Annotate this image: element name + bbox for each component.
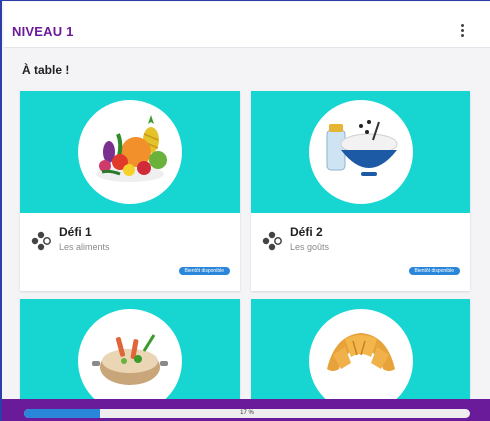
bottom-progress-bar: 17 % — [2, 399, 490, 421]
challenge-card-1[interactable]: Défi 1 Les aliments Bientôt disponible — [20, 91, 240, 291]
header-bar: NIVEAU 1 — [4, 2, 490, 48]
progress-track: 17 % — [24, 409, 470, 418]
availability-button[interactable]: Bientôt disponible — [408, 267, 460, 275]
sugar-salt-bowl-illustration — [308, 100, 413, 204]
app-window: NIVEAU 1 À table ! Défi 1 Les aliments B… — [0, 0, 490, 421]
card-image-area — [20, 91, 240, 213]
vegetables-fruits-illustration — [78, 100, 182, 204]
croissant-illustration — [308, 309, 413, 399]
level-title: NIVEAU 1 — [12, 24, 74, 39]
challenge-card-2[interactable]: Défi 2 Les goûts Bientôt disponible — [251, 91, 470, 291]
gamepad-buttons-icon — [31, 231, 51, 251]
card-image-area — [20, 299, 240, 399]
kebab-menu-icon[interactable] — [458, 24, 466, 38]
card-subtitle: Les aliments — [59, 242, 110, 252]
card-body: Défi 2 Les goûts Bientôt disponible — [251, 213, 470, 291]
gamepad-buttons-icon — [262, 231, 282, 251]
card-title: Défi 2 — [290, 225, 323, 239]
card-image-area — [251, 299, 470, 399]
cooking-pot-illustration — [78, 309, 182, 399]
card-image-area — [251, 91, 470, 213]
challenge-card-3[interactable] — [20, 299, 240, 399]
progress-label: 17 % — [240, 410, 254, 416]
challenge-card-4[interactable] — [251, 299, 470, 399]
card-subtitle: Les goûts — [290, 242, 330, 252]
section-title: À table ! — [22, 63, 70, 77]
card-body: Défi 1 Les aliments Bientôt disponible — [20, 213, 240, 291]
availability-button[interactable]: Bientôt disponible — [178, 267, 230, 275]
card-title: Défi 1 — [59, 225, 92, 239]
